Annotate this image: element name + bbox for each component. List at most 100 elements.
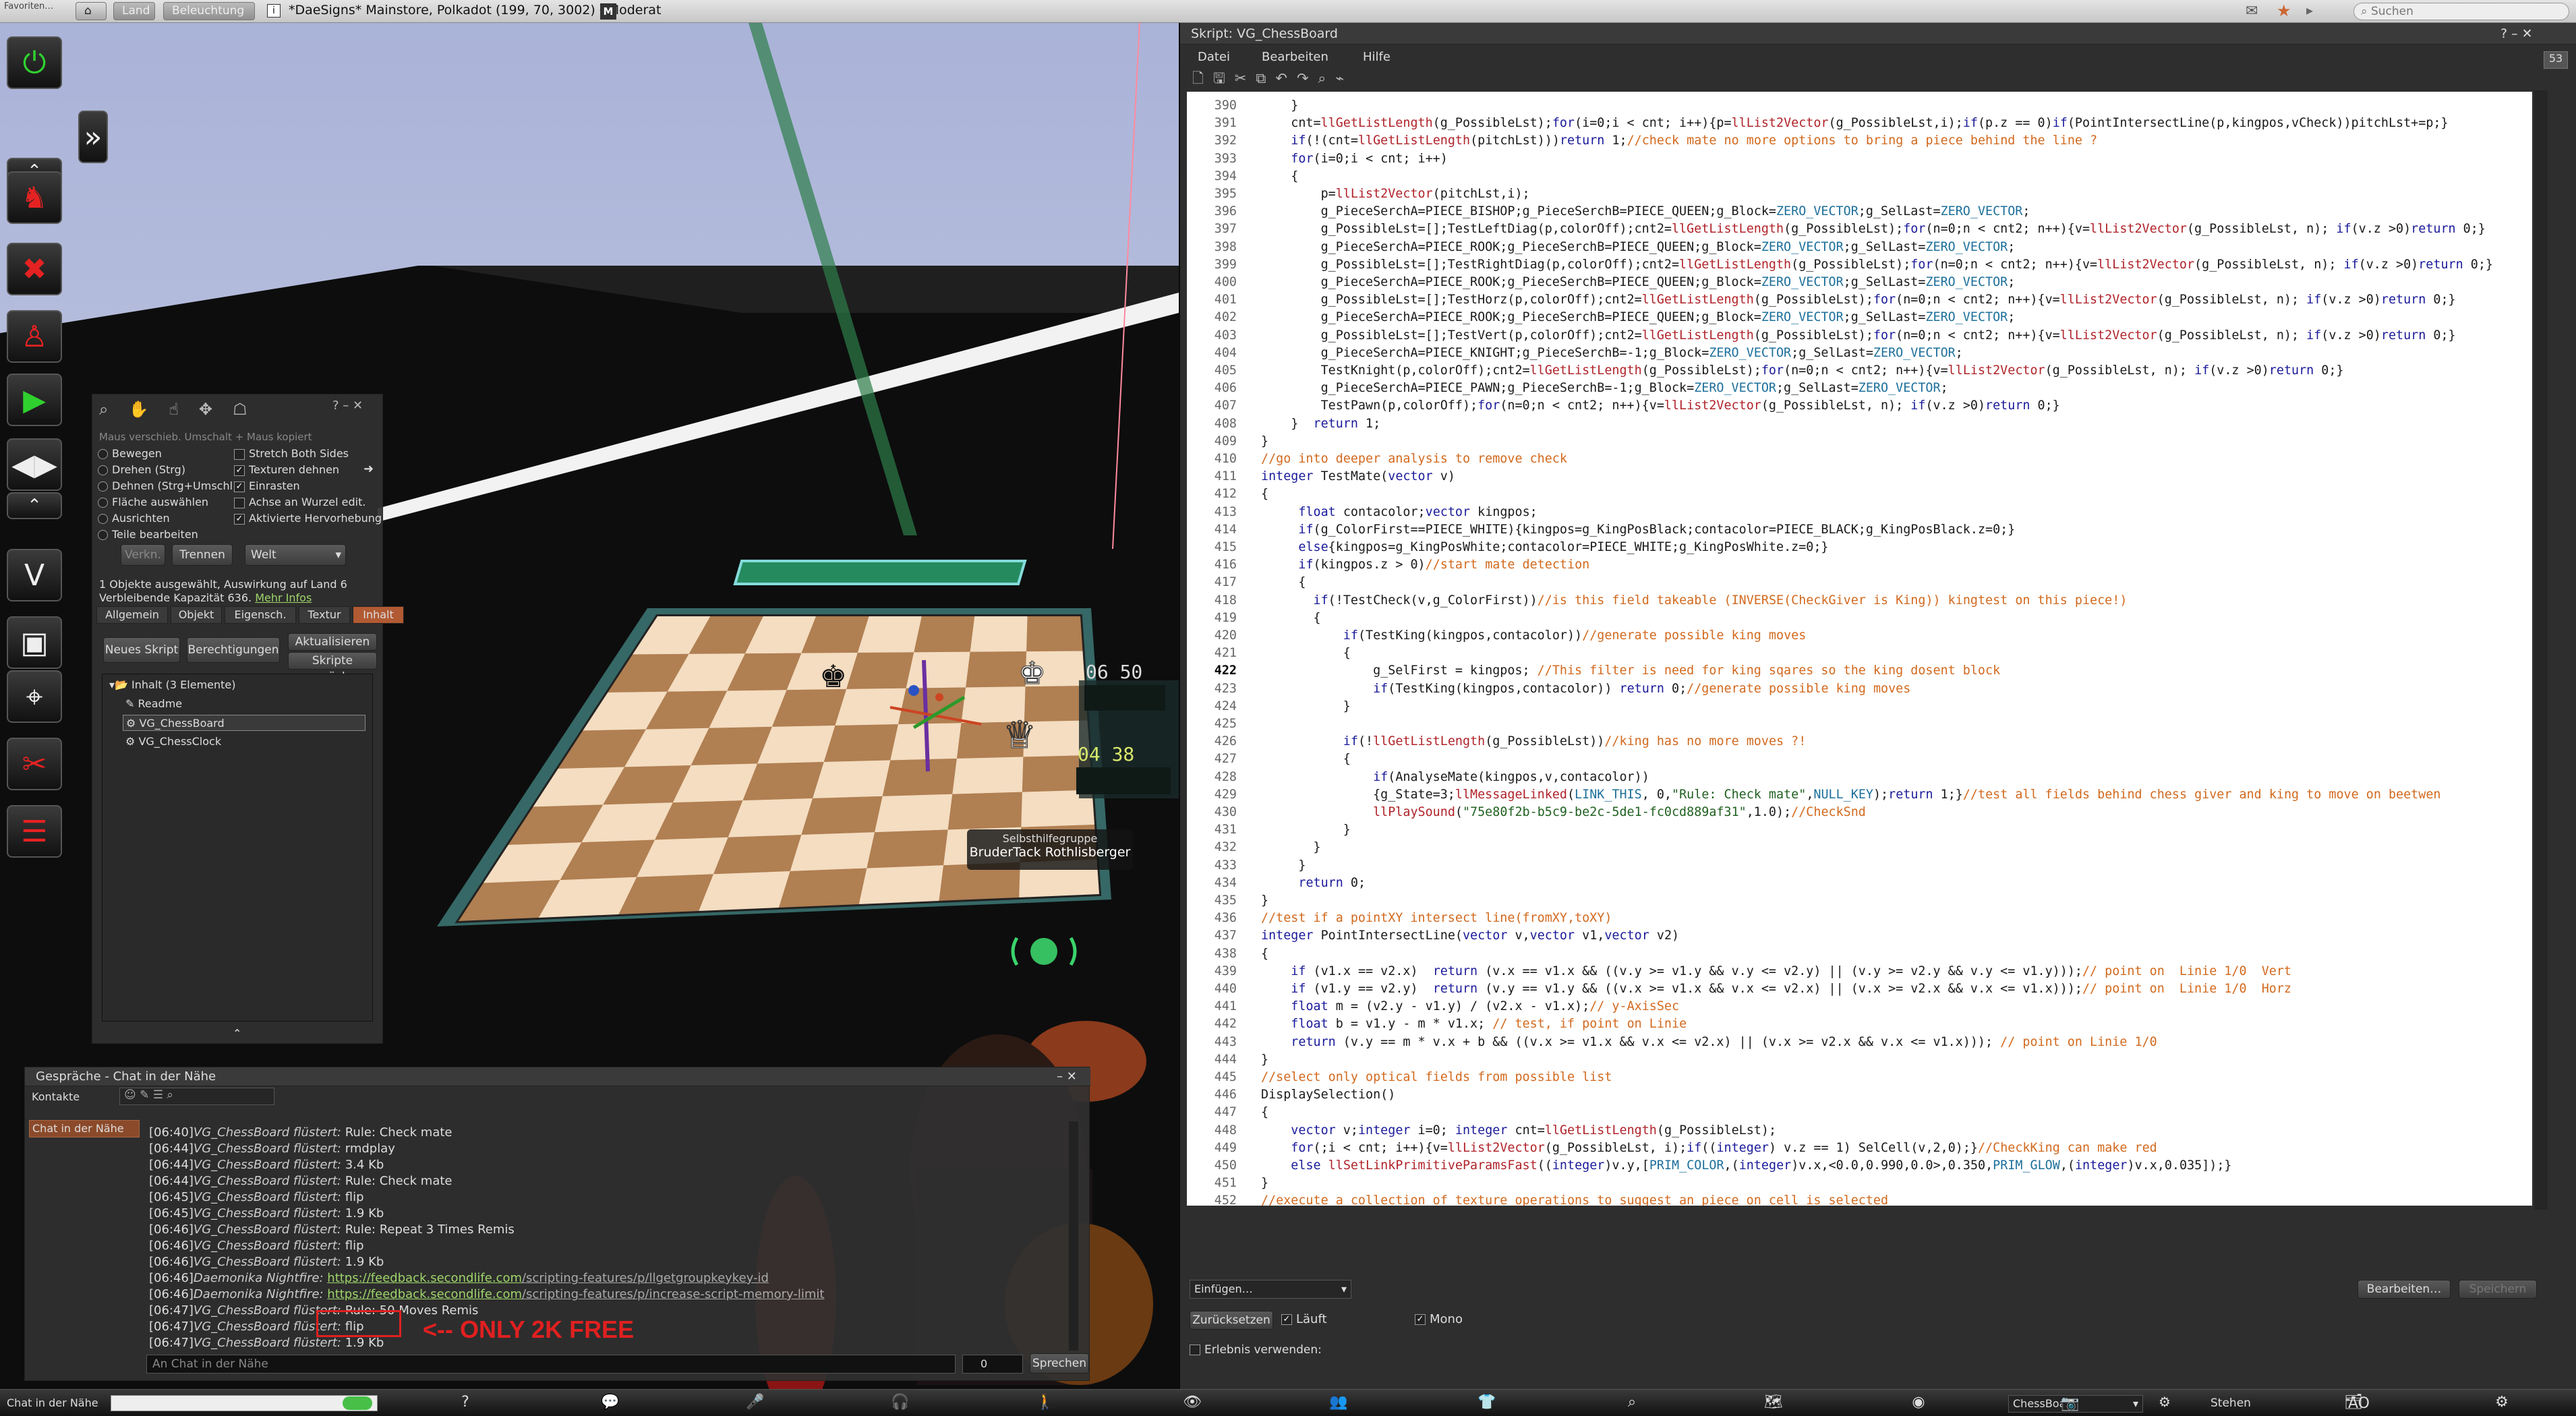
- chat-link[interactable]: https://feedback.secondlife.com: [327, 1287, 522, 1301]
- code-line[interactable]: g_PieceSerchA=PIECE_PAWN;g_PieceSerchB=-…: [1261, 381, 1948, 395]
- code-line[interactable]: g_PossibleLst=[];TestLeftDiag(p,colorOff…: [1261, 222, 2486, 236]
- avatar-nametag[interactable]: Selbsthilfegruppe BruderTack Rothlisberg…: [967, 829, 1133, 870]
- editor-toolbar-icons[interactable]: 🗋🖫✂⧉↶↷⌕⌁: [1192, 69, 1353, 92]
- code-line[interactable]: if (v1.y == v2.y) return (v.y == v1.y &&…: [1261, 982, 2291, 996]
- vista-logo[interactable]: V: [7, 549, 62, 601]
- chat-controls[interactable]: – ✕: [1057, 1069, 1077, 1084]
- code-line[interactable]: g_PieceSerchA=PIECE_BISHOP;g_PieceSerchB…: [1261, 204, 2030, 218]
- speak-button[interactable]: Sprechen: [1030, 1353, 1089, 1374]
- chess-square[interactable]: [846, 652, 914, 689]
- settings-icon[interactable]: ⚙: [2482, 1394, 2522, 1413]
- chess-square[interactable]: [952, 757, 1024, 794]
- arrow-right-icon[interactable]: ➜: [363, 462, 374, 476]
- code-line[interactable]: }: [1261, 1176, 1268, 1190]
- code-line[interactable]: }: [1261, 1053, 1268, 1067]
- search-field[interactable]: ⌕ Suchen: [2353, 3, 2569, 20]
- home-icon[interactable]: ⌂: [76, 2, 107, 20]
- code-line[interactable]: return 0;: [1261, 876, 1366, 890]
- experience-checkbox[interactable]: Erlebnis verwenden:: [1190, 1343, 1322, 1357]
- build-radio-option[interactable]: Teile bearbeiten: [98, 528, 198, 541]
- build-tab[interactable]: Eigensch.: [225, 606, 296, 624]
- editor-controls[interactable]: ? – ✕: [2500, 26, 2533, 41]
- code-line[interactable]: g_PieceSerchA=PIECE_KNIGHT;g_PieceSerchB…: [1261, 346, 1963, 360]
- voice-indicator-icon[interactable]: [343, 1396, 372, 1410]
- insert-dropdown[interactable]: Einfügen… ▾: [1190, 1280, 1351, 1299]
- code-line[interactable]: cnt=llGetListLength(g_PossibleLst);for(i…: [1261, 116, 2448, 130]
- ao-label[interactable]: AO: [2348, 1395, 2370, 1412]
- tree-item[interactable]: ✎ Readme: [123, 696, 365, 712]
- cross-icon[interactable]: ✖: [7, 243, 62, 295]
- code-line[interactable]: //execute a collection of texture operat…: [1261, 1193, 1888, 1206]
- build-check-option[interactable]: ✓ Einrasten: [234, 479, 300, 492]
- chat-link[interactable]: https://feedback.secondlife.com: [327, 1271, 522, 1285]
- info-icon[interactable]: i: [267, 4, 281, 18]
- chevron-right-icon[interactable]: »: [78, 111, 108, 163]
- code-line[interactable]: {g_State=3;llMessageLinked(LINK_THIS, 0,…: [1261, 788, 2440, 802]
- eye-icon[interactable]: 👁: [1172, 1394, 1212, 1413]
- nearby-chat-label[interactable]: Chat in der Nähe: [7, 1396, 98, 1409]
- code-line[interactable]: }: [1261, 98, 1298, 113]
- code-line[interactable]: {: [1261, 575, 1306, 589]
- code-line[interactable]: if(kingpos.z > 0)//start mate detection: [1261, 558, 1589, 572]
- chess-square[interactable]: [857, 616, 922, 653]
- chess-square[interactable]: [906, 651, 970, 688]
- code-line[interactable]: if(!TestCheck(v,g_ColorFirst))//is this …: [1261, 593, 2128, 608]
- collapse-icon[interactable]: ⌃: [233, 1027, 241, 1040]
- favorite-star-icon[interactable]: ★: [2277, 1, 2291, 20]
- code-line[interactable]: float contacolor;vector kingpos;: [1261, 505, 1537, 519]
- code-line[interactable]: {: [1261, 947, 1268, 961]
- build-check-option[interactable]: Stretch Both Sides: [234, 447, 349, 460]
- chess-square[interactable]: [790, 832, 875, 871]
- code-line[interactable]: if(AnalyseMate(kingpos,v,contacolor)): [1261, 770, 1649, 784]
- help-icon[interactable]: ?: [445, 1394, 486, 1413]
- code-line[interactable]: if(g_ColorFirst==PIECE_WHITE){kingpos=g_…: [1261, 523, 2015, 537]
- search-icon[interactable]: ⌕: [1612, 1394, 1652, 1413]
- location-icon[interactable]: ⌖: [7, 670, 62, 723]
- favorites-label[interactable]: Favoriten…: [4, 1, 65, 22]
- editor-menubar[interactable]: Datei Bearbeiten Hilfe: [1198, 50, 1467, 67]
- tree-item[interactable]: ▾📂 Inhalt (3 Elemente): [107, 677, 370, 693]
- bottom-chat-input[interactable]: [111, 1395, 378, 1411]
- camera-icon[interactable]: 📷: [2050, 1395, 2090, 1414]
- hud2-icon[interactable]: ⌃: [7, 492, 62, 519]
- build-radio-option[interactable]: Bewegen: [98, 447, 162, 460]
- chess-square[interactable]: [813, 760, 891, 799]
- code-line[interactable]: }: [1261, 823, 1351, 837]
- code-line[interactable]: {: [1261, 169, 1298, 183]
- code-line[interactable]: }: [1261, 858, 1306, 873]
- chess-square[interactable]: [823, 724, 898, 762]
- contents-tree[interactable]: ▾📂 Inhalt (3 Elemente) ✎ Readme ⚙ VG_Chess…: [102, 674, 373, 1022]
- list-icon[interactable]: ☰: [7, 805, 62, 858]
- code-line[interactable]: g_PieceSerchA=PIECE_ROOK;g_PieceSerchB=P…: [1261, 240, 2016, 254]
- code-line[interactable]: {: [1261, 646, 1351, 660]
- code-line[interactable]: DisplaySelection(): [1261, 1088, 1395, 1102]
- chess-square[interactable]: [970, 616, 1028, 652]
- chess-square[interactable]: [966, 651, 1027, 688]
- walk-icon[interactable]: 🚶: [1025, 1394, 1065, 1413]
- code-line[interactable]: } return 1;: [1261, 417, 1380, 431]
- build-check-option[interactable]: ✓ Texturen dehnen: [234, 463, 339, 476]
- code-line[interactable]: for(i=0;i < cnt; i++): [1261, 152, 1448, 166]
- link-button[interactable]: Verkn.: [121, 544, 165, 566]
- chat-link-path[interactable]: /scripting-features/p/llgetgroupkeykey-i…: [522, 1271, 769, 1285]
- code-line[interactable]: float b = v1.y - m * v1.x; // test, if p…: [1261, 1017, 1687, 1031]
- refresh-button[interactable]: Aktualisieren: [288, 633, 377, 651]
- people-icon[interactable]: 👥: [1318, 1394, 1359, 1413]
- sit-icon[interactable]: ♞: [7, 171, 62, 224]
- microphone-icon[interactable]: 🎤: [735, 1394, 775, 1413]
- code-line[interactable]: g_PossibleLst=[];TestHorz(p,colorOff);cn…: [1261, 293, 2456, 307]
- chess-square[interactable]: [882, 759, 957, 796]
- code-line[interactable]: TestKnight(p,colorOff);cnt2=llGetListLen…: [1261, 363, 2344, 378]
- code-line[interactable]: if(!(cnt=llGetListLength(pitchLst)))retu…: [1261, 134, 2097, 148]
- land-button[interactable]: Land: [113, 2, 155, 20]
- chat-link-path[interactable]: /scripting-features/p/increase-script-me…: [522, 1287, 824, 1301]
- code-area[interactable]: 390 } 391 cnt=llGetListLength(g_PossibleL…: [1187, 92, 2532, 1206]
- build-check-option[interactable]: ✓ Aktivierte Hervorhebung: [234, 512, 382, 525]
- code-line[interactable]: vector v;integer i=0; integer cnt=llGetL…: [1261, 1123, 1776, 1138]
- edit-button[interactable]: Bearbeiten…: [2358, 1280, 2451, 1299]
- new-script-button[interactable]: Neues Skript: [103, 637, 180, 663]
- reset-scripts-button[interactable]: Skripte zurücks: [288, 652, 377, 684]
- build-radio-option[interactable]: Fläche auswählen: [98, 496, 208, 508]
- code-line[interactable]: llPlaySound("75e80f2b-b5c9-be2c-5de1-fc0…: [1261, 805, 1866, 819]
- code-line[interactable]: g_PieceSerchA=PIECE_ROOK;g_PieceSerchB=P…: [1261, 275, 2016, 289]
